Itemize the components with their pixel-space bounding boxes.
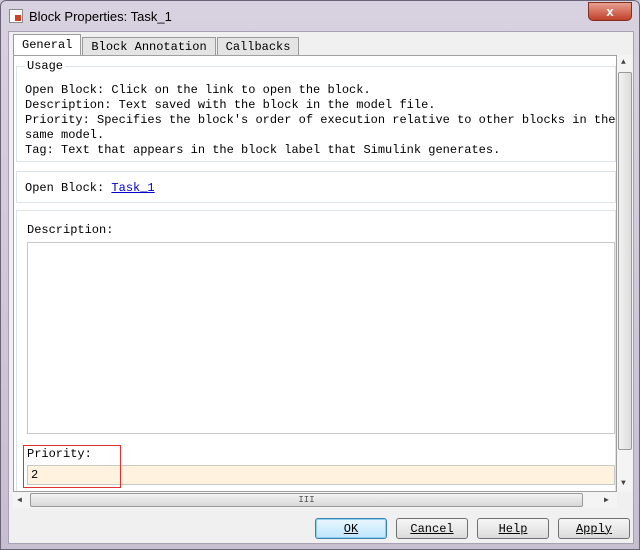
usage-line: Description: Text saved with the block i… bbox=[25, 98, 436, 112]
vertical-scrollbar[interactable]: ▲ ▼ bbox=[617, 55, 633, 492]
apply-button[interactable]: Apply bbox=[558, 518, 630, 539]
highlight-box bbox=[23, 445, 121, 488]
open-block-group: Open Block: Task_1 bbox=[16, 171, 616, 203]
dialog-client: General Block Annotation Callbacks Usage… bbox=[8, 31, 634, 544]
scroll-left-icon[interactable]: ◀ bbox=[17, 495, 22, 505]
scroll-right-icon[interactable]: ▶ bbox=[604, 495, 609, 505]
tab-callbacks[interactable]: Callbacks bbox=[216, 37, 300, 56]
ok-button[interactable]: OK bbox=[315, 518, 387, 539]
vertical-scroll-thumb[interactable] bbox=[618, 72, 632, 450]
tab-block-annotation[interactable]: Block Annotation bbox=[82, 37, 216, 56]
description-label: Description: bbox=[27, 223, 114, 237]
cancel-button[interactable]: Cancel bbox=[396, 518, 468, 539]
title-bar: Block Properties: Task_1 bbox=[9, 5, 172, 27]
description-group: Description: Priority: bbox=[16, 210, 616, 491]
tab-bar: General Block Annotation Callbacks bbox=[13, 34, 300, 56]
usage-line: Tag: Text that appears in the block labe… bbox=[25, 143, 501, 157]
scroll-up-icon[interactable]: ▲ bbox=[621, 58, 626, 67]
usage-line: Open Block: Click on the link to open th… bbox=[25, 83, 371, 97]
horizontal-scroll-thumb[interactable]: III bbox=[30, 493, 583, 507]
help-button[interactable]: Help bbox=[477, 518, 549, 539]
open-block-label: Open Block: bbox=[25, 181, 105, 195]
general-panel: Usage Open Block: Click on the link to o… bbox=[13, 55, 617, 492]
dialog-window: Block Properties: Task_1 x General Block… bbox=[0, 0, 640, 550]
open-block-link[interactable]: Task_1 bbox=[111, 181, 154, 195]
usage-legend: Usage bbox=[25, 59, 66, 73]
description-textarea[interactable] bbox=[27, 242, 615, 434]
window-title: Block Properties: Task_1 bbox=[29, 8, 172, 24]
usage-group: Usage Open Block: Click on the link to o… bbox=[16, 59, 616, 162]
scroll-down-icon[interactable]: ▼ bbox=[621, 479, 626, 488]
usage-line: Priority: Specifies the block's order of… bbox=[25, 113, 616, 142]
simulink-block-icon bbox=[9, 9, 23, 23]
horizontal-scrollbar[interactable]: ◀ III ▶ bbox=[13, 492, 617, 508]
close-button[interactable]: x bbox=[588, 2, 632, 21]
tab-general[interactable]: General bbox=[13, 34, 82, 56]
